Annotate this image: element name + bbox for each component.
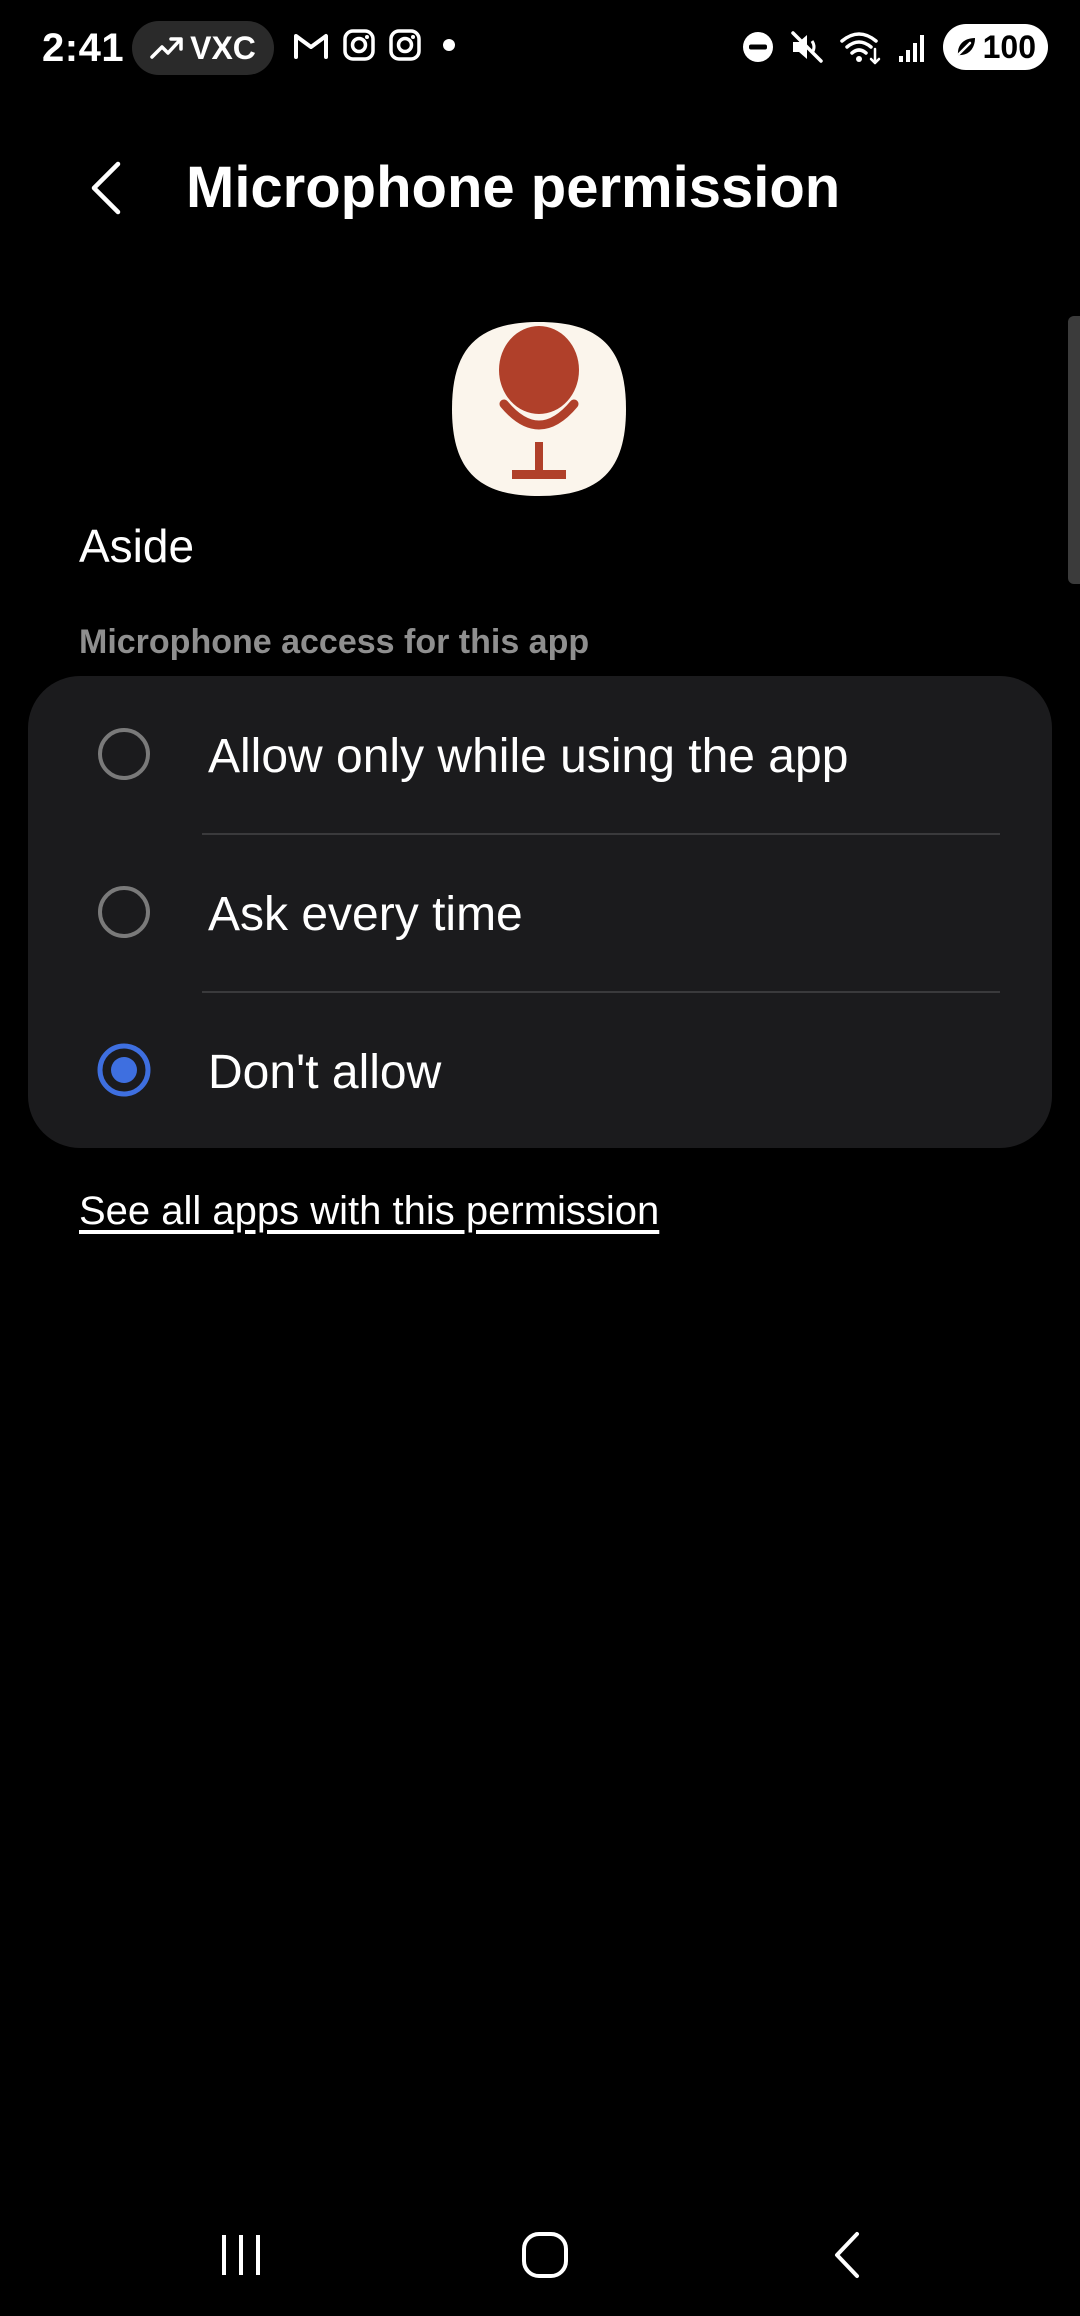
signal-icon xyxy=(898,35,924,62)
option-label: Ask every time xyxy=(208,888,523,941)
status-bar: 2:41 VXC 100 xyxy=(0,0,1080,96)
system-icons: 100 xyxy=(741,24,1048,70)
radio-unselected-icon xyxy=(98,728,150,780)
wifi-icon xyxy=(839,32,880,65)
mute-icon xyxy=(790,31,823,63)
permission-options-card: Allow only while using the app Ask every… xyxy=(28,676,1052,1148)
gmail-icon xyxy=(294,34,328,59)
back-chevron-icon xyxy=(91,161,121,215)
pill-label: VXC xyxy=(190,29,256,66)
home-button[interactable] xyxy=(500,2220,590,2290)
battery-saver-icon xyxy=(957,38,975,56)
dot-icon xyxy=(443,39,455,51)
app-name: Aside xyxy=(79,520,195,572)
trending-up-icon xyxy=(150,37,183,59)
ongoing-activity-pill[interactable]: VXC xyxy=(132,21,274,75)
recent-apps-icon xyxy=(222,2235,260,2275)
nav-back-button[interactable] xyxy=(802,2220,892,2290)
notification-icons xyxy=(292,28,464,62)
battery-level: 100 xyxy=(982,28,1036,65)
status-time: 2:41 xyxy=(42,26,125,70)
radio-selected-icon xyxy=(97,1043,151,1097)
option-allow-while-using[interactable]: Allow only while using the app xyxy=(28,676,1052,834)
navigation-bar xyxy=(0,2190,1080,2316)
back-button[interactable] xyxy=(72,150,140,226)
option-label: Allow only while using the app xyxy=(208,730,849,783)
radio-unselected-icon xyxy=(98,886,150,938)
section-label: Microphone access for this app xyxy=(79,623,590,661)
microphone-app-icon xyxy=(452,322,626,496)
home-icon xyxy=(522,2232,568,2278)
see-all-apps-link[interactable]: See all apps with this permission xyxy=(79,1186,659,1236)
page-title: Microphone permission xyxy=(186,155,841,220)
instagram-icon xyxy=(343,29,375,61)
battery-indicator: 100 xyxy=(942,24,1048,70)
recent-apps-button[interactable] xyxy=(196,2220,286,2290)
option-ask-every-time[interactable]: Ask every time xyxy=(28,834,1052,992)
back-icon xyxy=(835,2232,859,2278)
do-not-disturb-icon xyxy=(742,32,773,62)
scroll-indicator[interactable] xyxy=(1068,316,1080,584)
instagram-icon xyxy=(389,29,421,61)
option-label: Don't allow xyxy=(208,1046,442,1099)
option-dont-allow[interactable]: Don't allow xyxy=(28,992,1052,1150)
